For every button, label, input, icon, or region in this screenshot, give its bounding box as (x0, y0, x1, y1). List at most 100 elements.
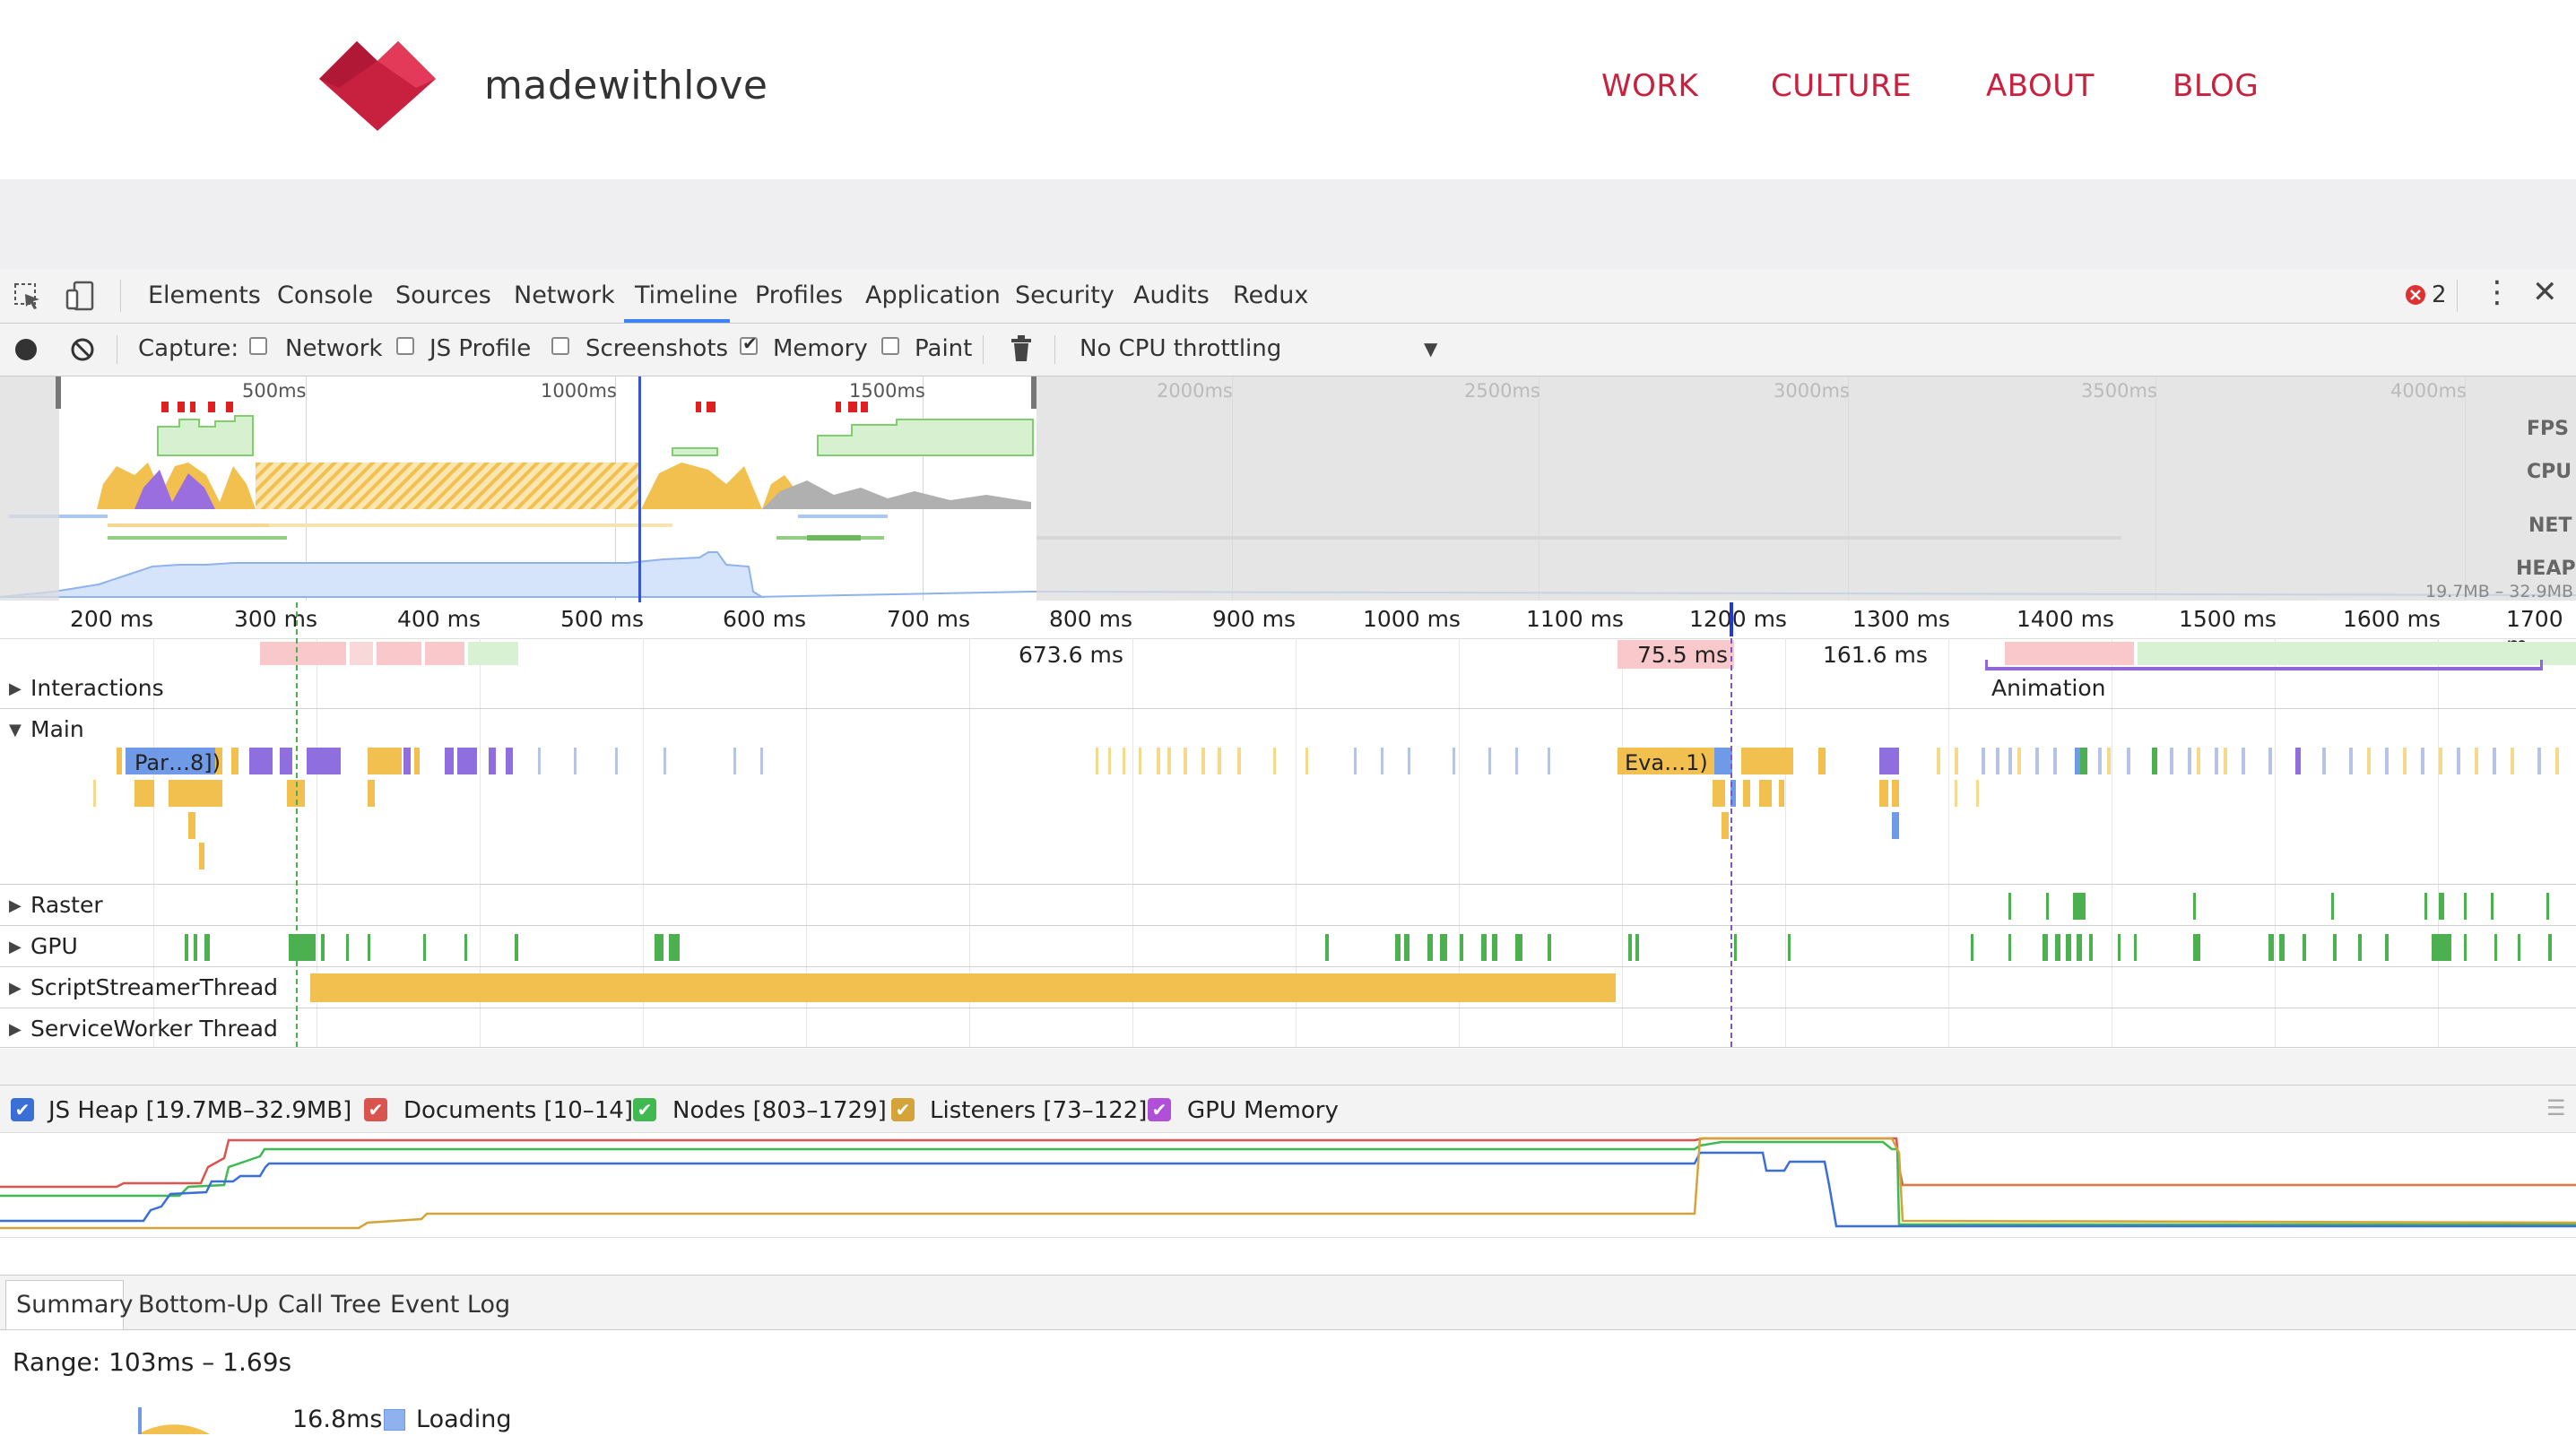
lane-label-cpu: CPU (2527, 461, 2572, 483)
capture-toolbar (0, 324, 2576, 376)
tab-profiles[interactable]: Profiles (755, 281, 843, 309)
close-icon[interactable]: ✕ (2532, 274, 2558, 310)
toolbar-divider (120, 280, 121, 312)
trash-icon[interactable] (1010, 335, 1033, 362)
expand-triangle-icon[interactable]: ▶ (9, 979, 22, 998)
memory-checkbox-label[interactable]: Memory (773, 335, 868, 362)
overview-right-handle[interactable] (1031, 376, 1036, 409)
tab-console[interactable]: Console (277, 281, 373, 309)
paint-checkbox-label[interactable]: Paint (915, 335, 972, 362)
listeners-checkbox[interactable]: ✔ (891, 1098, 915, 1121)
gpu-memory-counter-label[interactable]: GPU Memory (1187, 1097, 1339, 1124)
frame-duration[interactable]: 673.6 ms (1019, 642, 1123, 668)
raster-track-bars (2008, 893, 2549, 920)
network-checkbox[interactable] (249, 337, 267, 355)
error-count[interactable]: 2 (2432, 281, 2447, 308)
tab-sources[interactable]: Sources (395, 281, 491, 309)
nav-culture[interactable]: CULTURE (1771, 68, 1912, 104)
screenshots-checkbox-label[interactable]: Screenshots (585, 335, 728, 362)
heart-logo-icon[interactable] (319, 41, 436, 131)
nav-about[interactable]: ABOUT (1986, 68, 2095, 104)
tab-summary[interactable]: Summary (16, 1291, 133, 1319)
frame-block[interactable] (377, 642, 421, 665)
network-checkbox-label[interactable]: Network (285, 335, 383, 362)
device-toolbar-icon[interactable] (65, 280, 97, 312)
tab-network[interactable]: Network (514, 281, 615, 309)
main-event-label[interactable]: Par…8]) (134, 750, 221, 775)
gpu-memory-checkbox[interactable]: ✔ (1148, 1098, 1171, 1121)
collapse-triangle-icon[interactable]: ▼ (9, 721, 22, 740)
tab-call-tree[interactable]: Call Tree (278, 1291, 381, 1319)
record-icon[interactable] (15, 339, 37, 360)
nodes-checkbox[interactable]: ✔ (633, 1098, 656, 1121)
overview-left-handle[interactable] (56, 376, 61, 409)
js-profile-checkbox-label[interactable]: JS Profile (429, 335, 531, 362)
tab-application[interactable]: Application (865, 281, 1001, 309)
main-event-label[interactable]: Eva…1) (1625, 750, 1708, 775)
inspect-element-icon[interactable] (13, 281, 43, 312)
js-profile-checkbox[interactable] (396, 337, 414, 355)
summary-pie-chart (138, 1407, 210, 1434)
overview-unselected-right[interactable] (1036, 376, 2576, 601)
screenshots-checkbox[interactable] (551, 337, 569, 355)
nodes-counter-label[interactable]: Nodes [803–1729] (672, 1097, 887, 1124)
listeners-counter-label[interactable]: Listeners [73–122] (930, 1097, 1147, 1124)
documents-counter-label[interactable]: Documents [10–14] (403, 1097, 633, 1124)
js-heap-checkbox[interactable]: ✔ (11, 1098, 34, 1121)
documents-checkbox[interactable]: ✔ (364, 1098, 387, 1121)
heap-range-label: 19.7MB – 32.9MB (2425, 582, 2574, 601)
spacer (0, 1238, 2576, 1275)
animation-label[interactable]: Animation (1991, 675, 2105, 701)
ruler-tick: 1300 ms (1852, 606, 1950, 632)
tab-elements[interactable]: Elements (148, 281, 261, 309)
memory-counters-graph (0, 1137, 2576, 1230)
drag-handle-icon[interactable]: ☰ (2546, 1095, 2566, 1120)
overview-cursor-marker (638, 376, 641, 602)
paint-checkbox[interactable] (881, 337, 899, 355)
tab-audits[interactable]: Audits (1133, 281, 1210, 309)
frame-block[interactable] (468, 642, 518, 665)
error-icon[interactable] (2405, 284, 2426, 306)
scriptstreamer-track-label[interactable]: ScriptStreamerThread (30, 974, 278, 1000)
memory-checkbox[interactable] (740, 333, 758, 355)
cpu-throttling-select[interactable]: No CPU throttling (1080, 335, 1281, 362)
lane-label-fps: FPS (2527, 418, 2569, 440)
tab-bottom-up[interactable]: Bottom-Up (138, 1291, 269, 1319)
clear-icon[interactable] (70, 337, 95, 362)
loading-legend-swatch (384, 1409, 405, 1431)
expand-triangle-icon[interactable]: ▶ (9, 679, 22, 698)
ruler-tick: 1600 ms (2343, 606, 2441, 632)
toolbar-divider (1054, 335, 1055, 364)
tab-timeline[interactable]: Timeline (635, 281, 738, 309)
serviceworker-track-label[interactable]: ServiceWorker Thread (30, 1016, 278, 1042)
script-streamer-task[interactable] (310, 973, 1616, 1002)
chevron-down-icon[interactable]: ▼ (1424, 338, 1437, 359)
frame-block[interactable] (2005, 642, 2134, 665)
time-cursor-marker (1730, 602, 1732, 1047)
main-track-label[interactable]: Main (30, 716, 84, 742)
interactions-track-label[interactable]: Interactions (30, 675, 164, 701)
overview-unselected-left[interactable] (0, 376, 59, 601)
frame-block[interactable] (350, 642, 373, 665)
frame-block[interactable] (260, 642, 346, 665)
expand-triangle-icon[interactable]: ▶ (9, 1020, 22, 1039)
track-separator (0, 925, 2576, 926)
animation-bar[interactable] (1985, 667, 2543, 670)
main-flame-chart[interactable] (0, 744, 2576, 884)
brand-name[interactable]: madewithlove (484, 63, 768, 108)
site-hero-band (0, 179, 2576, 269)
tab-event-log[interactable]: Event Log (390, 1291, 510, 1319)
more-options-icon[interactable]: ⋮ (2482, 274, 2512, 310)
js-heap-counter-label[interactable]: JS Heap [19.7MB–32.9MB] (48, 1097, 351, 1124)
nav-work[interactable]: WORK (1601, 68, 1698, 104)
tab-redux[interactable]: Redux (1233, 281, 1308, 309)
panel-splitter[interactable] (0, 1049, 2576, 1085)
frame-block[interactable] (2138, 642, 2576, 665)
frame-block[interactable] (425, 642, 464, 665)
frame-duration[interactable]: 75.5 ms (1637, 642, 1728, 668)
tab-security[interactable]: Security (1015, 281, 1115, 309)
track-separator (0, 884, 2576, 885)
ruler-tick: 200 ms (70, 606, 154, 632)
frame-duration[interactable]: 161.6 ms (1823, 642, 1928, 668)
nav-blog[interactable]: BLOG (2173, 68, 2259, 104)
